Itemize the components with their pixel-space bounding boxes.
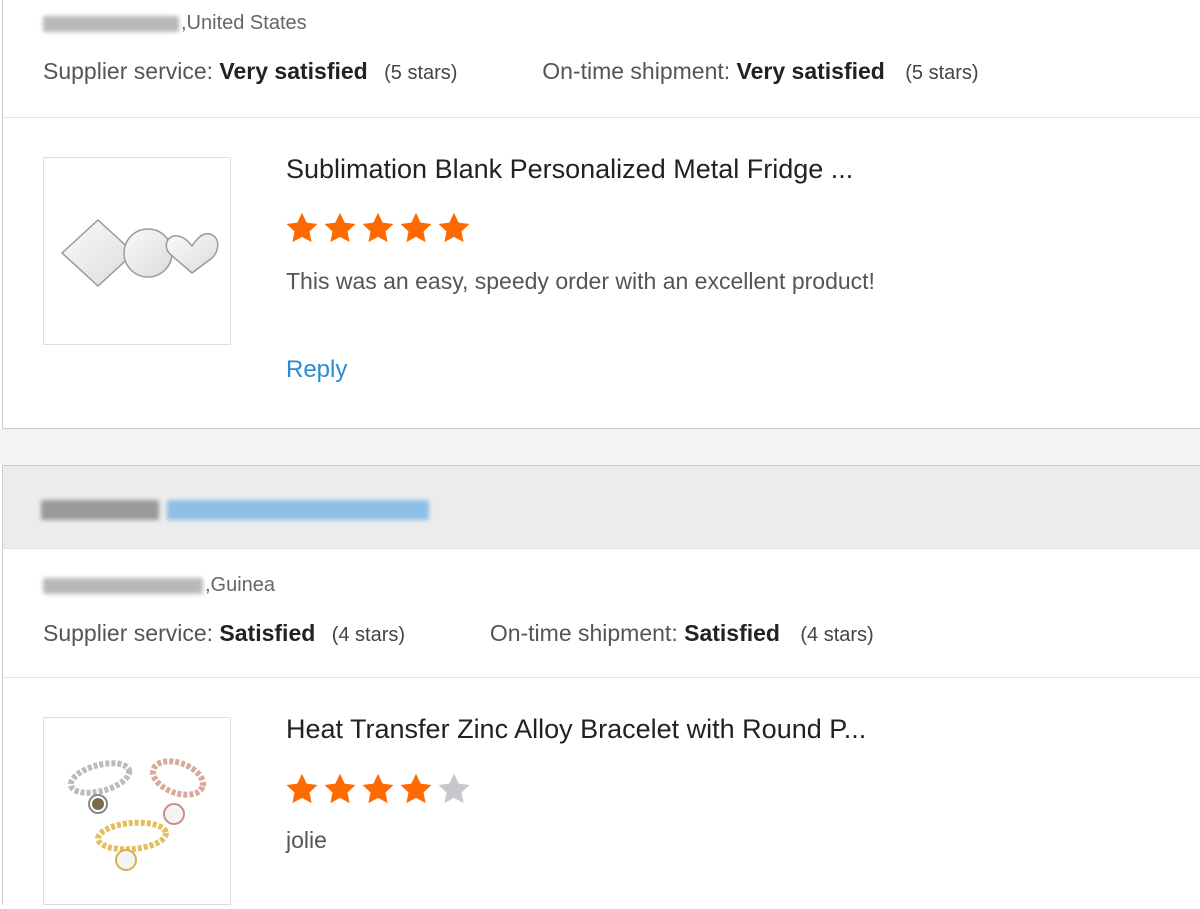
shipment-label: On-time shipment: xyxy=(542,58,731,84)
supplier-service-value: Satisfied xyxy=(219,620,316,646)
star-filled-icon xyxy=(400,773,432,804)
star-filled-icon xyxy=(286,773,318,804)
card-separator xyxy=(0,429,1200,465)
star-filled-icon xyxy=(362,773,394,804)
product-thumbnail[interactable] xyxy=(43,157,231,345)
review-comment: jolie xyxy=(286,827,327,853)
review-comment: This was an easy, speedy order with an e… xyxy=(286,268,875,294)
star-filled-icon xyxy=(362,212,394,243)
supplier-service-stars: (5 stars) xyxy=(384,62,458,84)
order-header xyxy=(3,466,1200,549)
divider xyxy=(3,677,1200,678)
review-card: ,United States Supplier service: Very sa… xyxy=(2,0,1200,429)
shipment-label: On-time shipment: xyxy=(489,620,678,646)
buyer-info: ,Guinea xyxy=(43,574,275,597)
supplier-service-label: Supplier service: xyxy=(43,58,214,84)
shipment-value: Satisfied xyxy=(684,620,780,646)
star-filled-icon xyxy=(286,212,318,243)
star-empty-icon xyxy=(438,773,470,804)
shipment-stars: (4 stars) xyxy=(800,624,874,646)
product-thumbnail[interactable] xyxy=(43,717,231,905)
shipment-stars: (5 stars) xyxy=(905,62,979,84)
buyer-name-redacted xyxy=(43,15,179,32)
buyer-info: ,United States xyxy=(43,12,307,35)
divider xyxy=(3,117,1200,118)
rating-stars xyxy=(284,771,472,807)
supplier-ratings: Supplier service: Satisfied (4 stars) On… xyxy=(43,620,874,647)
order-number-link-redacted[interactable] xyxy=(167,500,429,520)
star-filled-icon xyxy=(400,212,432,243)
review-card: ,Guinea Supplier service: Satisfied (4 s… xyxy=(2,465,1200,905)
reply-link[interactable]: Reply xyxy=(286,356,347,384)
supplier-service-value: Very satisfied xyxy=(219,58,368,84)
shipment-value: Very satisfied xyxy=(736,58,885,84)
supplier-service-stars: (4 stars) xyxy=(331,624,406,646)
supplier-service-label: Supplier service: xyxy=(43,620,214,646)
bracelet-image xyxy=(67,758,206,871)
buyer-country: ,United States xyxy=(181,12,307,34)
star-filled-icon xyxy=(324,212,356,243)
product-title[interactable]: Sublimation Blank Personalized Metal Fri… xyxy=(286,154,853,185)
fridge-magnet-image xyxy=(60,218,219,288)
supplier-ratings: Supplier service: Very satisfied (5 star… xyxy=(43,58,979,85)
star-filled-icon xyxy=(324,773,356,804)
rating-stars xyxy=(284,210,472,246)
order-number-label-redacted xyxy=(41,500,159,520)
buyer-country: ,Guinea xyxy=(205,574,276,596)
star-filled-icon xyxy=(438,212,470,243)
product-title[interactable]: Heat Transfer Zinc Alloy Bracelet with R… xyxy=(286,714,866,745)
buyer-name-redacted xyxy=(43,577,203,594)
